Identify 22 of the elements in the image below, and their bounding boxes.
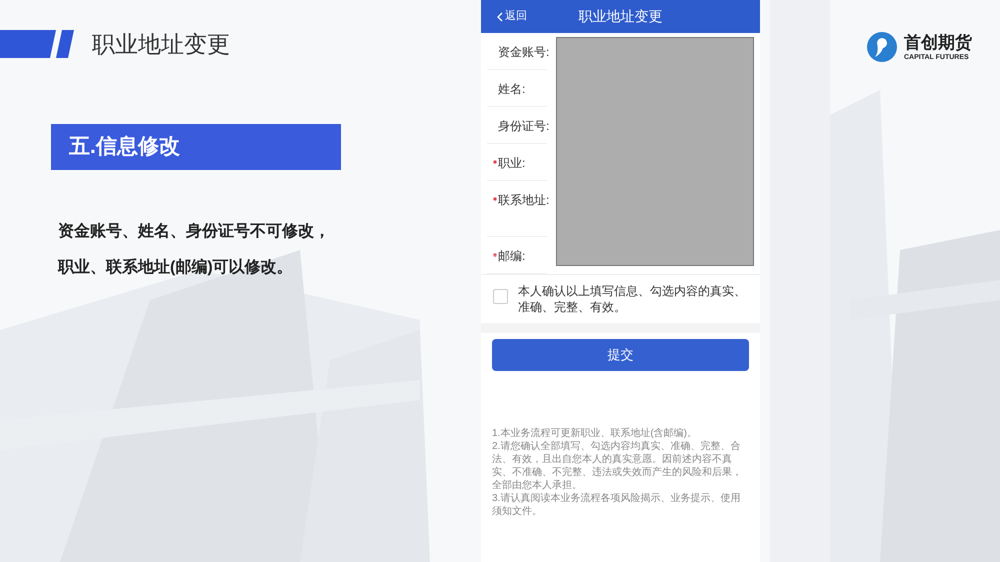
note-text: 1.本业务流程可更新职业、联系地址(含邮编)。 (492, 427, 698, 440)
field-label: 邮编: (498, 249, 526, 263)
field-label: 身份证号: (498, 119, 550, 133)
submit-button[interactable]: 提交 (492, 339, 749, 371)
confirm-text: 本人确认以上填写信息、勾选内容的真实、准确、完整、有效。 (518, 283, 747, 315)
section-heading: 五.信息修改 (69, 134, 180, 160)
field-label: 职业: (498, 156, 526, 170)
page-title: 职业地址变更 (578, 7, 662, 26)
note-text: 3.请认真阅读本业务流程各项风险揭示、业务提示、使用须知文件。 (492, 492, 742, 518)
field-label: 联系地址: (498, 193, 550, 207)
chevron-left-icon (497, 12, 503, 22)
field-label: 资金账号: (498, 45, 550, 59)
title-stripes-icon (0, 30, 74, 58)
note-text: 2.请您确认全部填写、勾选内容均真实、准确、完整、合法、有效，且出自您本人的真实意愿。因前述内容不真实、不准确、不完整、违法或失效而产生的风险和后果，全部由您本人承担。 (492, 440, 743, 492)
body-text: 职业、联系地址(邮编)可以修改。 (58, 257, 294, 278)
back-button[interactable]: 返回 (497, 8, 527, 25)
logo-icon (866, 31, 898, 63)
checkbox[interactable] (493, 289, 508, 304)
body-text: 资金账号、姓名、身份证号不可修改， (58, 222, 331, 242)
logo-name: 首创期货 (904, 32, 972, 52)
field-label: 姓名: (498, 82, 526, 96)
slide-title: 职业地址变更 (92, 32, 230, 56)
